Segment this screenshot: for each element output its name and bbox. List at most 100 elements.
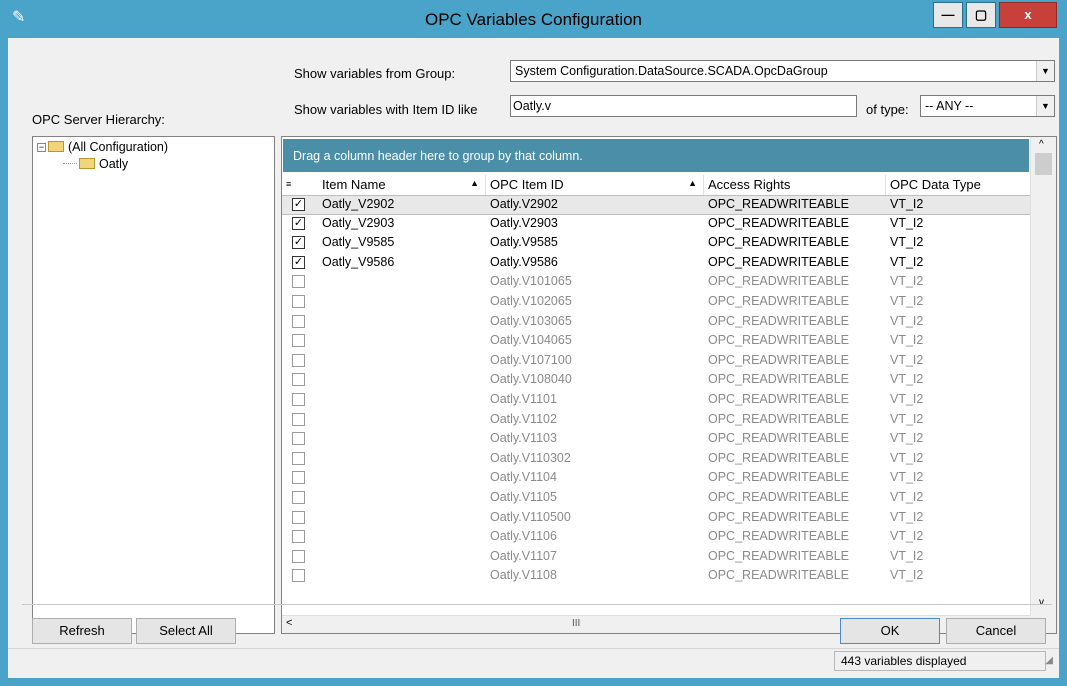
column-header-opc-item-id[interactable]: OPC Item ID ▲ xyxy=(486,175,704,195)
cell-access-rights: OPC_READWRITEABLE xyxy=(708,529,850,544)
checkbox-unchecked[interactable] xyxy=(292,295,305,308)
checkbox-unchecked[interactable] xyxy=(292,471,305,485)
tree-node-all-configuration[interactable]: − (All Configuration) xyxy=(37,140,168,156)
close-button[interactable]: x xyxy=(999,2,1057,28)
cell-opc-item-id: Oatly.V9586 xyxy=(490,254,558,269)
cell-opc-item-id: Oatly.V110302 xyxy=(490,450,571,465)
opc-server-hierarchy-tree[interactable]: − (All Configuration) Oatly xyxy=(32,136,275,634)
group-dropdown[interactable]: System Configuration.DataSource.SCADA.Op… xyxy=(510,60,1055,82)
maximize-button[interactable]: ▢ xyxy=(966,2,996,28)
select-all-button[interactable]: Select All xyxy=(136,618,236,644)
chevron-down-icon[interactable]: ▼ xyxy=(1036,61,1054,81)
cell-opc-data-type: VT_I2 xyxy=(890,470,924,485)
cell-opc-data-type: VT_I2 xyxy=(890,372,924,387)
table-row[interactable]: Oatly.V110500 OPC_READWRITEABLE VT_I2 xyxy=(282,509,1030,529)
checkbox-unchecked[interactable] xyxy=(292,510,305,524)
checkbox-checked[interactable]: ✓ xyxy=(292,198,305,211)
table-row[interactable]: Oatly.V1102 OPC_READWRITEABLE VT_I2 xyxy=(282,411,1030,431)
scroll-up-icon[interactable]: ^ xyxy=(1039,139,1044,150)
table-row[interactable]: ✓ Oatly_V9586 Oatly.V9586 OPC_READWRITEABLE… xyxy=(282,254,1030,274)
checkbox-checked[interactable]: ✓ xyxy=(292,216,305,230)
checkbox-unchecked[interactable] xyxy=(292,275,305,289)
table-row[interactable]: Oatly.V103065 OPC_READWRITEABLE VT_I2 xyxy=(282,313,1030,333)
checkbox-unchecked[interactable] xyxy=(292,334,305,348)
cell-opc-data-type: VT_I2 xyxy=(890,215,924,230)
cell-opc-data-type: VT_I2 xyxy=(890,294,924,308)
checkbox-unchecked[interactable] xyxy=(292,353,305,367)
table-row[interactable]: Oatly.V108040 OPC_READWRITEABLE VT_I2 xyxy=(282,371,1030,391)
cell-opc-item-id: Oatly.V110500 xyxy=(490,509,571,524)
item-id-input[interactable]: Oatly.v xyxy=(510,95,857,117)
checkbox-unchecked[interactable] xyxy=(292,451,305,465)
cell-opc-item-id: Oatly.V9585 xyxy=(490,235,558,250)
resize-grip-icon[interactable]: ◢ xyxy=(1045,655,1053,666)
table-row[interactable]: Oatly.V102065 OPC_READWRITEABLE VT_I2 xyxy=(282,293,1030,313)
table-row[interactable]: Oatly.V1103 OPC_READWRITEABLE VT_I2 xyxy=(282,430,1030,450)
row-header-icon: ≡ xyxy=(286,179,292,189)
checkbox-unchecked[interactable] xyxy=(292,314,305,328)
vertical-scroll-thumb[interactable] xyxy=(1035,153,1052,175)
table-row[interactable]: ✓ Oatly_V2902 Oatly.V2902 OPC_READWRITEABLE… xyxy=(282,195,1030,215)
cell-opc-item-id: Oatly.V108040 xyxy=(490,372,572,387)
scroll-left-icon[interactable]: < xyxy=(286,617,292,629)
table-row[interactable]: Oatly.V104065 OPC_READWRITEABLE VT_I2 xyxy=(282,332,1030,352)
cell-access-rights: OPC_READWRITEABLE xyxy=(708,548,850,563)
column-header-item-name[interactable]: Item Name ▲ xyxy=(318,175,486,195)
chevron-down-icon[interactable]: ▼ xyxy=(1036,96,1054,116)
column-header-access-rights[interactable]: Access Rights xyxy=(704,175,886,195)
cell-item-name: Oatly_V9585 xyxy=(322,235,395,250)
cell-opc-data-type: VT_I2 xyxy=(890,274,924,289)
cell-access-rights: OPC_READWRITEABLE xyxy=(708,509,850,524)
refresh-button[interactable]: Refresh xyxy=(32,618,132,644)
cell-access-rights: OPC_READWRITEABLE xyxy=(708,392,850,406)
cell-opc-data-type: VT_I2 xyxy=(890,392,924,406)
table-row[interactable]: Oatly.V110302 OPC_READWRITEABLE VT_I2 xyxy=(282,450,1030,470)
group-by-panel[interactable]: Drag a column header here to group by th… xyxy=(283,139,1029,172)
table-row[interactable]: ✓ Oatly_V2903 Oatly.V2903 OPC_READWRITEABLE… xyxy=(282,215,1030,235)
cell-opc-item-id: Oatly.V1106 xyxy=(490,529,557,544)
folder-icon xyxy=(79,158,95,169)
checkbox-checked[interactable]: ✓ xyxy=(292,255,305,269)
ok-button[interactable]: OK xyxy=(840,618,940,644)
checkbox-unchecked[interactable] xyxy=(292,412,305,426)
minimize-button[interactable]: — xyxy=(933,2,963,28)
cell-opc-data-type: VT_I2 xyxy=(890,490,924,504)
cell-access-rights: OPC_READWRITEABLE xyxy=(708,294,850,308)
scroll-down-icon[interactable]: v xyxy=(1039,597,1044,608)
table-row[interactable]: Oatly.V1107 OPC_READWRITEABLE VT_I2 xyxy=(282,548,1030,568)
table-row[interactable]: Oatly.V1104 OPC_READWRITEABLE VT_I2 xyxy=(282,469,1030,489)
checkbox-unchecked[interactable] xyxy=(292,549,305,563)
checkbox-unchecked[interactable] xyxy=(292,373,305,387)
title-bar[interactable]: ✎ OPC Variables Configuration — ▢ x xyxy=(0,0,1067,38)
sort-asc-icon: ▲ xyxy=(470,178,479,188)
variables-grid[interactable]: Drag a column header here to group by th… xyxy=(281,136,1057,634)
vertical-scrollbar[interactable]: ^ v xyxy=(1030,137,1056,615)
tree-node-oatly[interactable]: Oatly xyxy=(63,157,128,173)
cell-opc-item-id: Oatly.V1101 xyxy=(490,392,557,406)
checkbox-unchecked[interactable] xyxy=(292,569,305,583)
cancel-button[interactable]: Cancel xyxy=(946,618,1046,644)
cell-item-name: Oatly_V2903 xyxy=(322,215,395,230)
table-row[interactable]: Oatly.V1108 OPC_READWRITEABLE VT_I2 xyxy=(282,567,1030,587)
table-row[interactable]: Oatly.V1106 OPC_READWRITEABLE VT_I2 xyxy=(282,528,1030,548)
cell-opc-item-id: Oatly.V1103 xyxy=(490,431,557,446)
checkbox-checked[interactable]: ✓ xyxy=(292,236,305,250)
checkbox-unchecked[interactable] xyxy=(292,432,305,446)
checkbox-unchecked[interactable] xyxy=(292,491,305,504)
sort-asc-icon: ▲ xyxy=(688,178,697,188)
table-row[interactable]: Oatly.V1105 OPC_READWRITEABLE VT_I2 xyxy=(282,489,1030,509)
cell-access-rights: OPC_READWRITEABLE xyxy=(708,431,850,446)
collapse-icon[interactable]: − xyxy=(37,143,46,152)
horizontal-scroll-thumb[interactable]: III xyxy=(572,618,580,629)
hierarchy-label: OPC Server Hierarchy: xyxy=(32,112,165,127)
table-row[interactable]: Oatly.V107100 OPC_READWRITEABLE VT_I2 xyxy=(282,352,1030,372)
window-title: OPC Variables Configuration xyxy=(424,10,642,29)
table-row[interactable]: ✓ Oatly_V9585 Oatly.V9585 OPC_READWRITEABLE… xyxy=(282,234,1030,254)
table-row[interactable]: Oatly.V101065 OPC_READWRITEABLE VT_I2 xyxy=(282,273,1030,293)
table-row[interactable]: Oatly.V1101 OPC_READWRITEABLE VT_I2 xyxy=(282,391,1030,411)
column-header-opc-data-type[interactable]: OPC Data Type xyxy=(886,175,1030,195)
type-dropdown[interactable]: -- ANY -- ▼ xyxy=(920,95,1055,117)
cell-access-rights: OPC_READWRITEABLE xyxy=(708,490,850,504)
checkbox-unchecked[interactable] xyxy=(292,530,305,544)
checkbox-unchecked[interactable] xyxy=(292,393,305,406)
